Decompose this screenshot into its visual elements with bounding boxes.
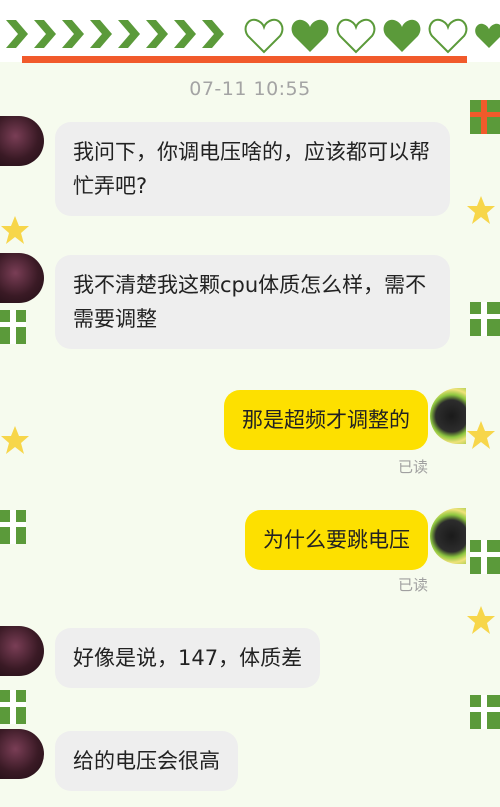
chevron-icon (34, 20, 56, 48)
star-icon (467, 606, 495, 634)
message-text: 那是超频才调整的 (242, 408, 410, 432)
gift-icon (0, 690, 26, 724)
chevron-icon (6, 20, 28, 48)
message-text: 为什么要跳电压 (263, 528, 410, 552)
message-text: 给的电压会很高 (73, 749, 220, 773)
star-icon (1, 216, 29, 244)
user-avatar[interactable] (430, 508, 466, 564)
chevron-icon (174, 20, 196, 48)
gift-icon (0, 510, 26, 544)
contact-avatar[interactable] (0, 729, 44, 779)
heart-outline-icon (428, 18, 468, 54)
read-receipt: 已读 (397, 576, 428, 594)
chevron-icon (118, 20, 140, 48)
contact-avatar[interactable] (0, 116, 44, 166)
gift-icon (0, 310, 26, 344)
heart-outline-icon (336, 18, 376, 54)
chevron-icon (202, 20, 224, 48)
chevron-icon (146, 20, 168, 48)
message-bubble-incoming[interactable]: 我问下，你调电压啥的，应该都可以帮忙弄吧? (55, 122, 450, 216)
gift-icon (470, 302, 500, 336)
read-receipt: 已读 (397, 458, 428, 476)
heart-outline-icon (244, 18, 284, 54)
star-icon (1, 426, 29, 454)
chevron-icon (90, 20, 112, 48)
gift-icon (470, 695, 500, 729)
message-bubble-incoming[interactable]: 好像是说，147，体质差 (55, 628, 321, 688)
heart-filled-icon (383, 19, 421, 52)
heart-filled-icon (291, 19, 329, 52)
accent-bar (22, 56, 467, 63)
top-decoration-banner (0, 0, 500, 62)
message-text: 我问下，你调电压啥的，应该都可以帮忙弄吧? (73, 140, 430, 198)
star-icon (467, 421, 495, 449)
contact-avatar[interactable] (0, 253, 44, 303)
chevron-icon (62, 20, 84, 48)
message-text: 好像是说，147，体质差 (73, 646, 303, 670)
gift-icon (470, 540, 500, 574)
heart-row (244, 18, 500, 54)
chevron-row (6, 20, 230, 48)
star-icon (467, 196, 495, 224)
message-text: 我不清楚我这颗cpu体质怎么样，需不需要调整 (73, 273, 427, 331)
message-bubble-incoming[interactable]: 给的电压会很高 (55, 731, 238, 791)
heart-filled-icon (475, 23, 500, 48)
message-bubble-outgoing[interactable]: 为什么要跳电压 (245, 510, 428, 570)
contact-avatar[interactable] (0, 626, 44, 676)
user-avatar[interactable] (430, 388, 466, 444)
message-bubble-incoming[interactable]: 我不清楚我这颗cpu体质怎么样，需不需要调整 (55, 255, 450, 349)
chat-timestamp: 07-11 10:55 (189, 78, 311, 100)
message-bubble-outgoing[interactable]: 那是超频才调整的 (224, 390, 428, 450)
